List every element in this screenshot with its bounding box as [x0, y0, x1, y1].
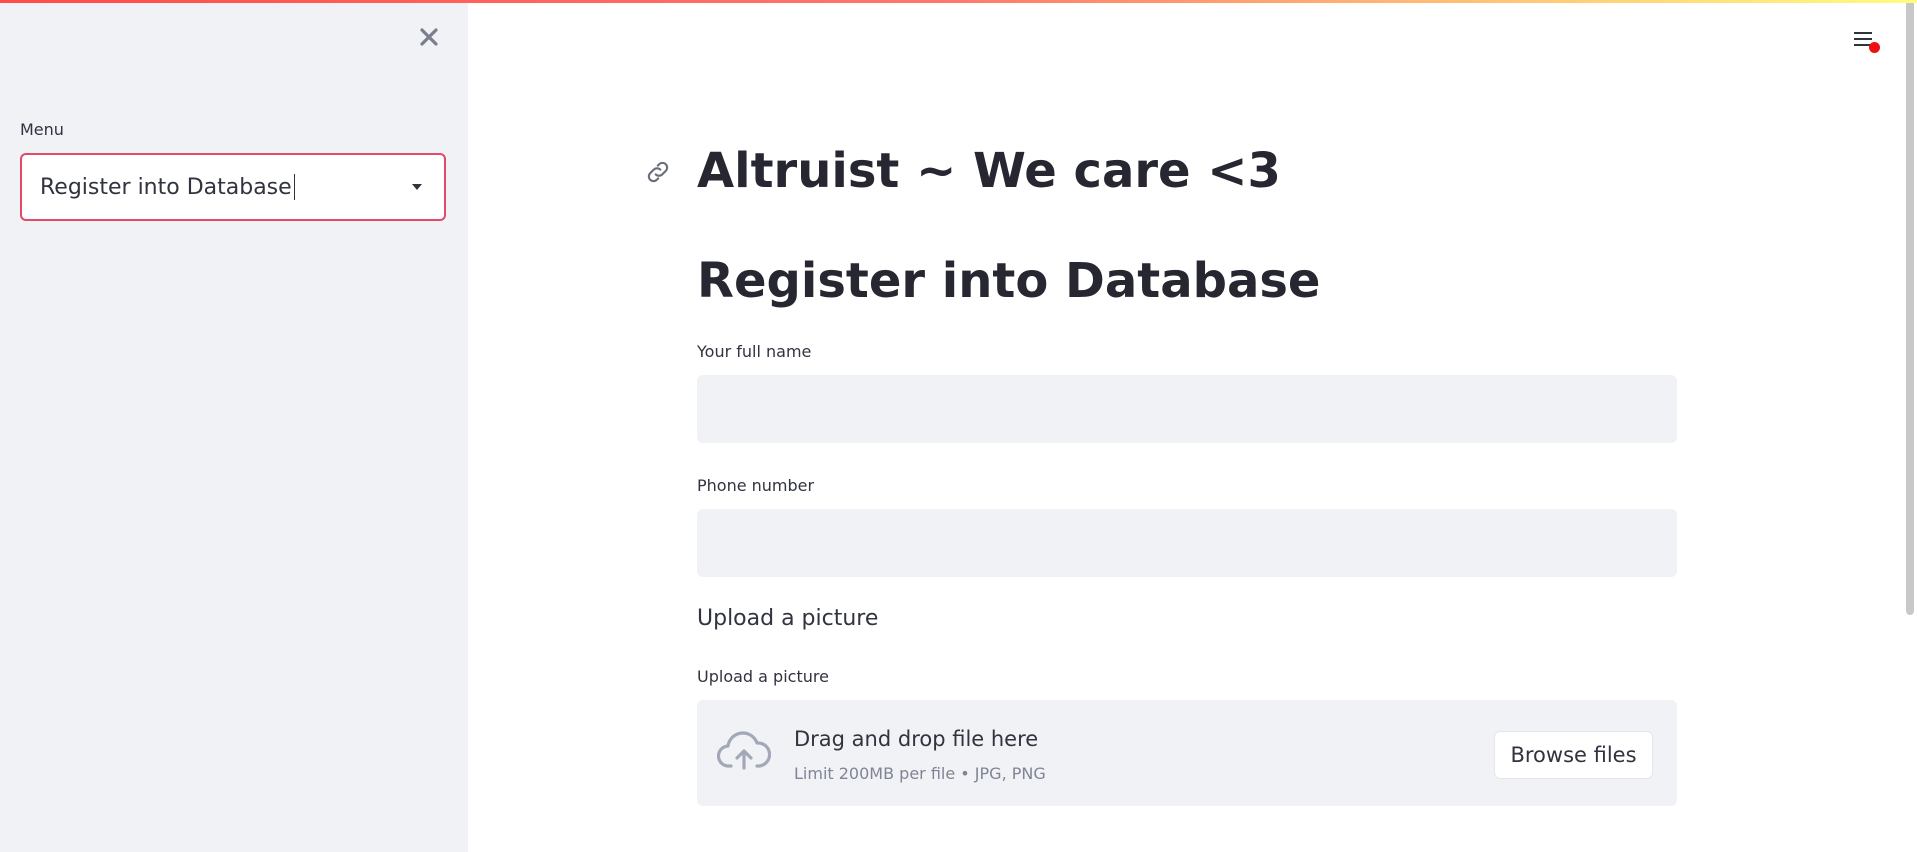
notification-dot	[1869, 42, 1880, 53]
sidebar: Menu Register into Database	[0, 0, 468, 852]
menu-select-value: Register into Database	[40, 174, 292, 200]
main-menu-button[interactable]	[1852, 30, 1880, 56]
full-name-label: Your full name	[697, 342, 812, 361]
menu-select[interactable]: Register into Database	[20, 153, 446, 221]
file-dropzone[interactable]: Drag and drop file here Limit 200MB per …	[697, 700, 1677, 806]
phone-number-input[interactable]	[697, 509, 1677, 577]
menu-label: Menu	[20, 120, 64, 139]
close-icon	[420, 28, 438, 46]
dropzone-instructions: Drag and drop file here	[794, 727, 1039, 751]
app-title: Altruist ~ We care <3	[697, 143, 1281, 199]
browse-files-button[interactable]: Browse files	[1494, 731, 1653, 779]
upload-label: Upload a picture	[697, 667, 829, 686]
top-decoration-stripe	[0, 0, 1917, 3]
cloud-upload-icon	[717, 731, 771, 770]
full-name-input[interactable]	[697, 375, 1677, 443]
link-icon	[647, 161, 669, 183]
page-scrollbar[interactable]	[1906, 0, 1914, 615]
dropzone-limit: Limit 200MB per file • JPG, PNG	[794, 764, 1046, 783]
chevron-down-icon	[412, 184, 422, 190]
close-sidebar-button[interactable]	[414, 22, 444, 52]
title-anchor-link[interactable]	[644, 158, 672, 186]
upload-heading: Upload a picture	[697, 606, 879, 631]
section-title: Register into Database	[697, 253, 1321, 309]
phone-number-label: Phone number	[697, 476, 815, 495]
text-cursor	[293, 174, 295, 200]
